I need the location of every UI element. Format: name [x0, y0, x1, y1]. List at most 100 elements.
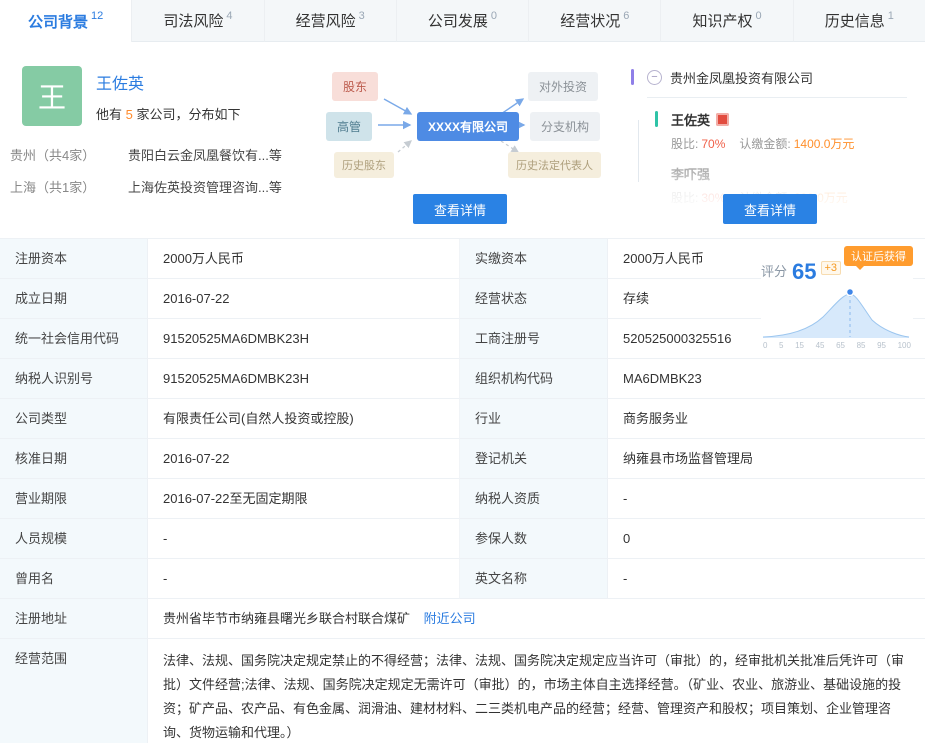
person-summary-card: 王 王佐英 他有 5 家公司，分布如下 贵州（共4家） 贵阳白云金凤凰餐饮有..…: [0, 42, 305, 238]
field-label: 注册地址: [0, 599, 148, 639]
tab-count-badge: 4: [226, 10, 232, 22]
summary-panels: 王 王佐英 他有 5 家公司，分布如下 贵州（共4家） 贵阳白云金凤凰餐饮有..…: [0, 42, 925, 238]
relationship-graph-card: 股东 高管 历史股东 XXXX有限公司 对外投资 分支机构 历史法定代表人 查看…: [305, 42, 615, 238]
tab-label: 公司发展: [428, 10, 488, 31]
field-value: 有限责任公司(自然人投资或控股): [148, 399, 460, 439]
tab-history-info[interactable]: 历史信息 1: [794, 0, 925, 42]
score-label: 评分: [761, 261, 787, 283]
tab-count-badge: 3: [359, 10, 365, 22]
ratio-value: 30%: [701, 191, 725, 205]
shareholder-item: 王佐英 股比:70% 认缴金额: 1400.0万元: [671, 110, 907, 152]
field-label: 公司类型: [0, 399, 148, 439]
person-summary-text: 他有 5 家公司，分布如下: [96, 104, 305, 123]
score-value: 65: [792, 261, 816, 283]
region-row: 贵州（共4家） 贵阳白云金凤凰餐饮有...等: [10, 145, 305, 164]
tab-operating-status[interactable]: 经营状况 6: [529, 0, 661, 42]
axis-tick: 15: [795, 341, 804, 350]
nearby-companies-link[interactable]: 附近公司: [424, 611, 476, 626]
axis-tick: 85: [857, 341, 866, 350]
axis-tick: 45: [816, 341, 825, 350]
tab-intellectual-property[interactable]: 知识产权 0: [661, 0, 793, 42]
ratio-label: 股比:: [671, 191, 698, 205]
relationship-graph: 股东 高管 历史股东 XXXX有限公司 对外投资 分支机构 历史法定代表人: [310, 66, 610, 184]
field-label: 纳税人识别号: [0, 359, 148, 399]
tab-label: 经营状况: [560, 10, 620, 31]
tab-label: 公司背景: [28, 11, 88, 32]
tab-company-background[interactable]: 公司背景 12: [0, 0, 132, 42]
region-list: 贵州（共4家） 贵阳白云金凤凰餐饮有...等 上海（共1家） 上海佐英投资管理咨…: [10, 145, 305, 196]
tab-count-badge: 12: [91, 10, 103, 22]
field-value: 2000万人民币: [148, 239, 460, 279]
axis-tick: 5: [779, 341, 783, 350]
graph-node-historical-shareholders: 历史股东: [334, 152, 394, 178]
shareholder-list: 王佐英 股比:70%认缴金额:1400.0万元 李吓强 股比:30%认缴金额:6…: [671, 110, 907, 206]
company-profile-page: 公司背景 12 司法风险 4 经营风险 3 公司发展 0 经营状况 6 知识产权…: [0, 0, 925, 743]
tab-label: 历史信息: [825, 10, 885, 31]
collapse-minus-icon[interactable]: −: [647, 70, 662, 85]
graph-node-company-center: XXXX有限公司: [417, 112, 519, 141]
equity-structure-card: − 贵州金凤凰投资有限公司 王佐英 股比:70%认缴金额:1400.0万元: [615, 42, 925, 238]
score-distribution-chart: [761, 285, 911, 341]
axis-tick: 95: [877, 341, 886, 350]
shareholder-name[interactable]: 李吓强: [671, 164, 710, 183]
region-label: 上海（共1家）: [10, 177, 128, 196]
tab-label: 经营风险: [296, 10, 356, 31]
tree-connector-line: [638, 120, 639, 182]
field-value: 纳雍县市场监督管理局: [608, 439, 925, 479]
avatar: 王: [22, 66, 82, 126]
summary-prefix: 他有: [96, 107, 126, 122]
accent-bar-purple: [631, 69, 634, 85]
axis-tick: 65: [836, 341, 845, 350]
region-label: 贵州（共4家）: [10, 145, 128, 164]
field-value: 2016-07-22: [148, 279, 460, 319]
registered-address-cell: 贵州省毕节市纳雍县曙光乡联合村联合煤矿 附近公司: [148, 599, 925, 639]
tab-operating-risk[interactable]: 经营风险 3: [265, 0, 397, 42]
graph-node-executives: 高管: [326, 112, 372, 141]
graph-detail-button[interactable]: 查看详情: [413, 194, 507, 224]
field-label: 经营状态: [460, 279, 608, 319]
region-companies[interactable]: 贵阳白云金凤凰餐饮有...等: [128, 145, 282, 164]
tab-count-badge: 6: [623, 10, 629, 22]
score-axis-labels: 0 5 15 45 65 85 95 100: [761, 341, 913, 350]
tab-judicial-risk[interactable]: 司法风险 4: [132, 0, 264, 42]
field-label: 曾用名: [0, 559, 148, 599]
field-value: 2016-07-22至无固定期限: [148, 479, 460, 519]
graph-node-outbound-investment: 对外投资: [528, 72, 598, 101]
equity-company-name[interactable]: 贵州金凤凰投资有限公司: [670, 68, 813, 87]
ratio-label: 股比:: [671, 137, 698, 151]
business-scope: 法律、法规、国务院决定规定禁止的不得经营；法律、法规、国务院决定规定应当许可（审…: [148, 639, 925, 743]
tab-count-badge: 0: [755, 10, 761, 22]
field-label: 行业: [460, 399, 608, 439]
region-companies[interactable]: 上海佐英投资管理咨询...等: [128, 177, 282, 196]
equity-detail-button[interactable]: 查看详情: [723, 194, 817, 224]
field-label: 登记机关: [460, 439, 608, 479]
shareholder-name[interactable]: 王佐英: [671, 110, 710, 129]
field-label: 人员规模: [0, 519, 148, 559]
field-label: 参保人数: [460, 519, 608, 559]
tab-company-development[interactable]: 公司发展 0: [397, 0, 529, 42]
graph-node-shareholders: 股东: [332, 72, 378, 101]
field-label: 纳税人资质: [460, 479, 608, 519]
amount-value: 1400.0万元: [794, 137, 855, 151]
field-value: 91520525MA6DMBK23H: [148, 359, 460, 399]
field-label: 经营范围: [0, 639, 148, 743]
ratio-value: 70%: [701, 137, 725, 151]
shareholder-info: 股比:70% 认缴金额: 1400.0万元: [671, 135, 907, 152]
field-label: 工商注册号: [460, 319, 608, 359]
field-label: 注册资本: [0, 239, 148, 279]
amount-label: 认缴金额:: [739, 137, 790, 151]
graph-node-branches: 分支机构: [530, 112, 600, 141]
field-value: -: [148, 559, 460, 599]
person-name-link[interactable]: 王佐英: [96, 70, 305, 94]
company-count: 5: [126, 107, 133, 122]
field-label: 组织机构代码: [460, 359, 608, 399]
graph-node-historical-legal-rep: 历史法定代表人: [508, 152, 601, 178]
score-badge: 认证后获得: [844, 246, 913, 266]
seal-icon: [716, 113, 729, 126]
field-value: 0: [608, 519, 925, 559]
field-value: MA6DMBK23: [608, 359, 925, 399]
tab-count-badge: 1: [888, 10, 894, 22]
field-label: 成立日期: [0, 279, 148, 319]
field-label: 实缴资本: [460, 239, 608, 279]
equity-header: − 贵州金凤凰投资有限公司: [647, 68, 907, 98]
